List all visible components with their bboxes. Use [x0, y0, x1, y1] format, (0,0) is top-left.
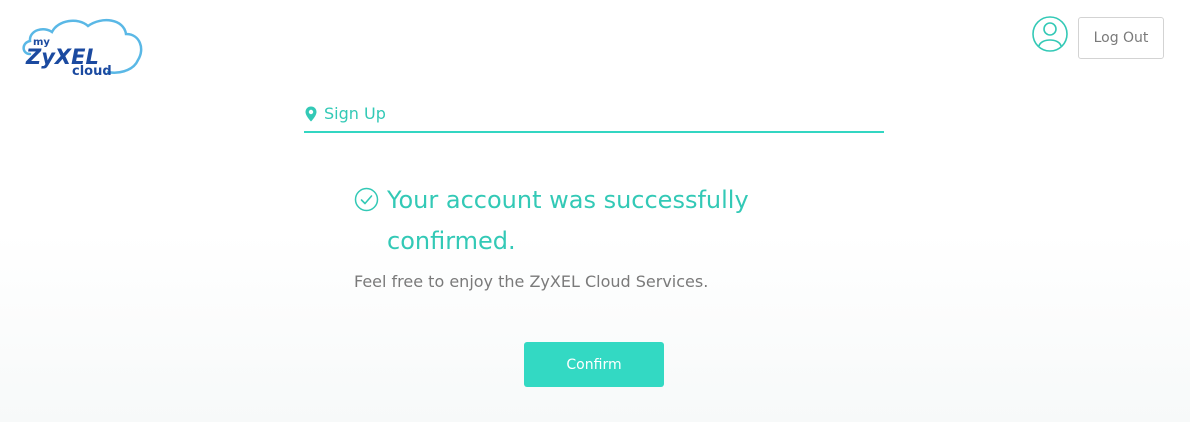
logout-label: Log Out	[1093, 30, 1149, 46]
user-icon[interactable]	[1031, 15, 1069, 53]
map-pin-icon	[305, 106, 317, 122]
logo-suffix: cloud	[72, 64, 112, 79]
confirm-label: Confirm	[566, 356, 622, 373]
myzyxel-cloud-logo: my ZyXEL cloud	[20, 14, 145, 82]
confirm-button[interactable]: Confirm	[524, 342, 664, 387]
check-circle-icon	[354, 187, 379, 212]
section-title: Sign Up	[324, 104, 386, 123]
signup-section-header: Sign Up	[304, 103, 884, 133]
logout-button[interactable]: Log Out	[1078, 17, 1164, 59]
success-subtext: Feel free to enjoy the ZyXEL Cloud Servi…	[354, 272, 709, 291]
success-headline: Your account was successfully confirmed.	[387, 186, 749, 255]
